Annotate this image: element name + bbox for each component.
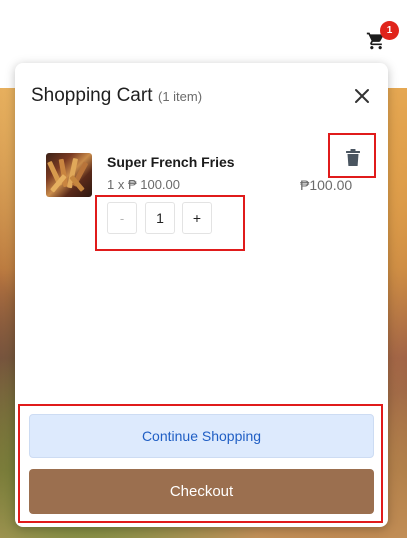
checkout-button[interactable]: Checkout [29, 469, 374, 514]
cart-count-badge: 1 [380, 21, 399, 40]
cart-item-unit-price: 1 x ₱ 100.00 [107, 177, 180, 192]
delete-item-button[interactable] [345, 149, 361, 167]
cart-title: Shopping Cart [31, 85, 153, 106]
trash-icon [346, 149, 360, 166]
quantity-value: 1 [145, 202, 175, 234]
cart-item-count: (1 item) [158, 89, 203, 104]
close-icon [355, 89, 369, 103]
quantity-decrease-button[interactable]: - [107, 202, 137, 234]
cart-item-name: Super French Fries [107, 154, 235, 170]
continue-shopping-button[interactable]: Continue Shopping [29, 414, 374, 458]
shopping-cart-panel: Shopping Cart (1 item) Super French Frie… [15, 63, 388, 527]
quantity-increase-button[interactable]: + [182, 202, 212, 234]
close-cart-button[interactable] [351, 85, 373, 107]
cart-item-total: ₱100.00 [300, 177, 353, 193]
french-fries-image [46, 153, 92, 197]
